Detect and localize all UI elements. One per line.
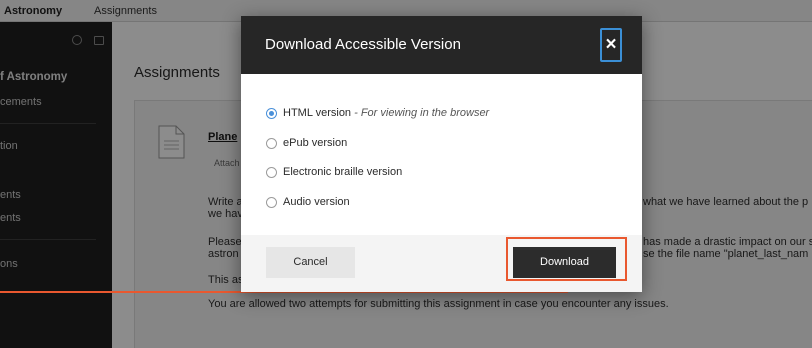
- close-button[interactable]: ×: [600, 28, 622, 62]
- option-braille[interactable]: Electronic braille version: [266, 166, 566, 182]
- option-html-description: - For viewing in the browser: [351, 107, 490, 119]
- option-epub[interactable]: ePub version: [266, 137, 566, 153]
- radio-html[interactable]: [266, 108, 277, 119]
- option-audio-label: Audio version: [283, 196, 350, 208]
- option-audio[interactable]: Audio version: [266, 196, 566, 212]
- cancel-button[interactable]: Cancel: [266, 247, 355, 278]
- radio-braille[interactable]: [266, 167, 277, 178]
- dialog-title: Download Accessible Version: [265, 36, 461, 53]
- radio-epub[interactable]: [266, 138, 277, 149]
- option-epub-label: ePub version: [283, 137, 348, 149]
- download-highlight: [506, 237, 627, 281]
- option-braille-label: Electronic braille version: [283, 166, 403, 178]
- dialog-header: Download Accessible Version ×: [241, 16, 642, 74]
- option-html[interactable]: HTML version - For viewing in the browse…: [266, 107, 566, 123]
- option-html-label: HTML version: [283, 107, 352, 119]
- radio-audio[interactable]: [266, 197, 277, 208]
